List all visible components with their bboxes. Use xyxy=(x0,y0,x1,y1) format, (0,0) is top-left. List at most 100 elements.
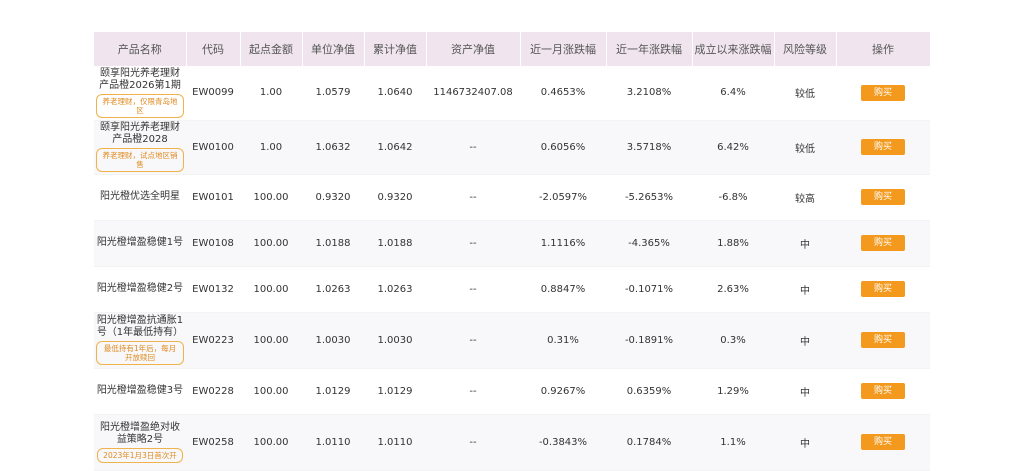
product-name: 颐享阳光养老理财产品橙2026第1期 xyxy=(99,67,181,91)
cell-action: 购买 xyxy=(836,368,930,415)
cell-1y-change: 3.2108% xyxy=(606,66,692,121)
cell-min-amount: 100.00 xyxy=(240,266,302,313)
buy-button[interactable]: 购买 xyxy=(861,235,905,251)
cell-since-change: 1.88% xyxy=(692,220,774,267)
table-row: 阳光橙优选全明星 EW0101 100.00 0.9320 0.9320 -- … xyxy=(94,174,930,221)
cell-action: 购买 xyxy=(836,414,930,471)
cell-unit-nav: 1.0110 xyxy=(302,414,364,471)
cell-asset-nav: -- xyxy=(426,414,520,471)
cell-1y-change: 3.5718% xyxy=(606,120,692,175)
cell-action: 购买 xyxy=(836,266,930,313)
cell-1y-change: -0.1891% xyxy=(606,312,692,369)
cell-asset-nav: -- xyxy=(426,120,520,175)
cell-min-amount: 1.00 xyxy=(240,120,302,175)
product-table: 产品名称 代码 起点金额 单位净值 累计净值 资产净值 近一月涨跌幅 近一年涨跌… xyxy=(94,32,931,471)
buy-button[interactable]: 购买 xyxy=(861,84,905,101)
cell-1y-change: -5.2653% xyxy=(606,174,692,221)
cell-min-amount: 100.00 xyxy=(240,174,302,221)
product-name: 阳光橙增盈稳健3号 xyxy=(96,385,184,396)
buy-button[interactable]: 购买 xyxy=(861,281,905,297)
cell-1y-change: -0.1071% xyxy=(606,266,692,313)
header-1y-change: 近一年涨跌幅 xyxy=(606,32,693,66)
cell-1y-change: -4.365% xyxy=(606,220,692,267)
table-row: 颐享阳光养老理财产品橙2028 养老理财，试点地区销售 EW0100 1.00 … xyxy=(94,120,930,175)
buy-button[interactable]: 购买 xyxy=(861,332,905,348)
product-tag: 养老理财，试点地区销售 xyxy=(96,148,184,172)
cell-name: 阳光橙增盈稳健2号 xyxy=(94,266,186,313)
cell-cum-nav: 1.0642 xyxy=(364,120,426,175)
cell-asset-nav: 1146732407.08 xyxy=(426,66,520,121)
buy-button[interactable]: 购买 xyxy=(861,189,905,205)
table-row: 阳光橙增盈抗通胀1号（1年最低持有） 最低持有1年后，每月开放赎回 EW0223… xyxy=(94,312,930,369)
cell-name: 颐享阳光养老理财产品橙2028 养老理财，试点地区销售 xyxy=(94,120,186,175)
header-asset-nav: 资产净值 xyxy=(426,32,521,66)
cell-action: 购买 xyxy=(836,220,930,267)
cell-action: 购买 xyxy=(836,66,930,121)
table-row: 阳光橙增盈稳健3号 EW0228 100.00 1.0129 1.0129 --… xyxy=(94,368,930,415)
cell-cum-nav: 1.0110 xyxy=(364,414,426,471)
cell-cum-nav: 1.0129 xyxy=(364,368,426,415)
buy-button[interactable]: 购买 xyxy=(861,383,905,399)
table-row: 阳光橙增盈稳健2号 EW0132 100.00 1.0263 1.0263 --… xyxy=(94,266,930,313)
cell-min-amount: 100.00 xyxy=(240,312,302,369)
product-tag: 2023年1月3日首次开 xyxy=(97,447,183,463)
cell-cum-nav: 1.0640 xyxy=(364,66,426,121)
cell-action: 购买 xyxy=(836,312,930,369)
buy-button[interactable]: 购买 xyxy=(861,139,905,155)
cell-1m-change: 1.1116% xyxy=(520,220,606,267)
cell-1m-change: -2.0597% xyxy=(520,174,606,221)
cell-since-change: -6.8% xyxy=(692,174,774,221)
cell-risk: 较低 xyxy=(774,120,836,175)
product-name: 阳光橙增盈稳健2号 xyxy=(96,283,184,294)
cell-unit-nav: 1.0129 xyxy=(302,368,364,415)
header-since-change: 成立以来涨跌幅 xyxy=(692,32,775,66)
cell-unit-nav: 1.0263 xyxy=(302,266,364,313)
product-name: 颐享阳光养老理财产品橙2028 xyxy=(100,122,180,145)
cell-risk: 较高 xyxy=(774,174,836,221)
cell-name: 阳光橙增盈稳健3号 xyxy=(94,368,186,415)
table-header-row: 产品名称 代码 起点金额 单位净值 累计净值 资产净值 近一月涨跌幅 近一年涨跌… xyxy=(94,32,931,66)
buy-button[interactable]: 购买 xyxy=(861,434,905,450)
header-1m-change: 近一月涨跌幅 xyxy=(520,32,607,66)
cell-name: 阳光橙增盈抗通胀1号（1年最低持有） 最低持有1年后，每月开放赎回 xyxy=(94,312,186,369)
product-name: 阳光橙增盈稳健1号 xyxy=(96,237,184,248)
cell-min-amount: 100.00 xyxy=(240,414,302,471)
cell-unit-nav: 0.9320 xyxy=(302,174,364,221)
cell-cum-nav: 1.0030 xyxy=(364,312,426,369)
cell-code: EW0101 xyxy=(186,174,240,221)
cell-action: 购买 xyxy=(836,120,930,175)
cell-asset-nav: -- xyxy=(426,312,520,369)
cell-unit-nav: 1.0632 xyxy=(302,120,364,175)
cell-code: EW0228 xyxy=(186,368,240,415)
cell-name: 阳光橙增盈稳健1号 xyxy=(94,220,186,267)
cell-risk: 中 xyxy=(774,414,836,471)
cell-1y-change: 0.1784% xyxy=(606,414,692,471)
cell-name: 阳光橙增盈绝对收益策略2号 2023年1月3日首次开 xyxy=(94,414,186,471)
cell-min-amount: 1.00 xyxy=(240,66,302,121)
cell-action: 购买 xyxy=(836,174,930,221)
cell-asset-nav: -- xyxy=(426,220,520,267)
product-table-wrapper: 产品名称 代码 起点金额 单位净值 累计净值 资产净值 近一月涨跌幅 近一年涨跌… xyxy=(94,32,931,471)
product-tag: 养老理财，仅限青岛地区 xyxy=(96,93,184,118)
cell-risk: 中 xyxy=(774,312,836,369)
header-action: 操作 xyxy=(836,32,931,66)
cell-name: 阳光橙优选全明星 xyxy=(94,174,186,221)
cell-since-change: 6.4% xyxy=(692,66,774,121)
cell-min-amount: 100.00 xyxy=(240,220,302,267)
cell-code: EW0132 xyxy=(186,266,240,313)
cell-name: 颐享阳光养老理财产品橙2026第1期 养老理财，仅限青岛地区 xyxy=(94,66,186,121)
cell-risk: 中 xyxy=(774,368,836,415)
cell-min-amount: 100.00 xyxy=(240,368,302,415)
cell-asset-nav: -- xyxy=(426,266,520,313)
cell-cum-nav: 1.0188 xyxy=(364,220,426,267)
cell-risk: 较低 xyxy=(774,66,836,121)
cell-code: EW0223 xyxy=(186,312,240,369)
header-name: 产品名称 xyxy=(94,32,187,66)
cell-cum-nav: 0.9320 xyxy=(364,174,426,221)
table-row: 阳光橙增盈稳健1号 EW0108 100.00 1.0188 1.0188 --… xyxy=(94,220,930,267)
cell-cum-nav: 1.0263 xyxy=(364,266,426,313)
cell-1m-change: 0.9267% xyxy=(520,368,606,415)
cell-code: EW0100 xyxy=(186,120,240,175)
cell-since-change: 1.1% xyxy=(692,414,774,471)
product-tag: 最低持有1年后，每月开放赎回 xyxy=(96,341,184,365)
